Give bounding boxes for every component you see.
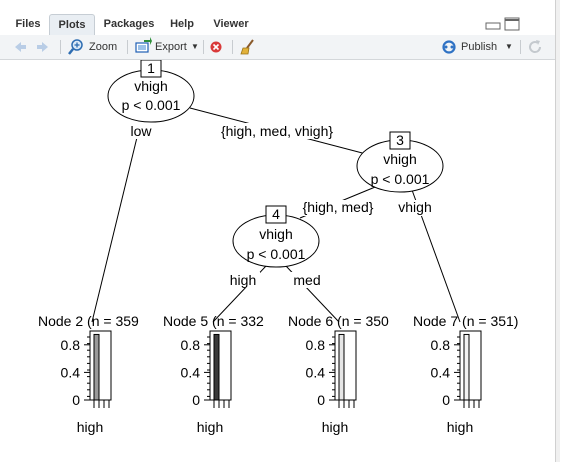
node-variable: vhigh	[134, 78, 167, 94]
x-label: high	[77, 419, 103, 435]
toolbar-separator	[232, 40, 233, 54]
y-tick-label: 0.4	[431, 364, 451, 380]
terminal-panel	[334, 330, 357, 401]
ctree-plot: low {high, med, vhigh} {high, med} vhigh…	[38, 59, 518, 435]
back-arrow-icon[interactable]	[13, 35, 27, 59]
publish-label: Publish	[461, 41, 498, 53]
tree-node-1: 1 vhigh p < 0.001	[107, 59, 195, 123]
x-label: high	[447, 419, 473, 435]
terminal-panel	[89, 330, 112, 401]
edge-label: high	[230, 272, 256, 288]
chevron-down-icon: ▼	[191, 42, 199, 51]
edge-label: {high, med}	[303, 199, 374, 215]
y-tick-label: 0	[317, 392, 325, 408]
scroll-track[interactable]	[555, 0, 560, 462]
remove-plot-button[interactable]	[209, 35, 223, 59]
plots-toolbar: Zoom Export ▼ Publish ▼	[0, 35, 555, 60]
edge-label: {high, med, vhigh}	[221, 123, 333, 139]
node-pvalue: p < 0.001	[371, 171, 430, 187]
tab-files[interactable]: Files	[8, 14, 48, 35]
y-tick-label: 0.4	[61, 364, 81, 380]
zoom-button[interactable]: Zoom	[68, 35, 120, 59]
y-tick-label: 0.8	[306, 337, 326, 353]
zoom-label: Zoom	[89, 41, 118, 53]
terminal-bar	[213, 333, 220, 401]
tab-plots[interactable]: Plots	[49, 14, 95, 35]
x-label: high	[197, 419, 223, 435]
export-icon	[135, 37, 152, 53]
publish-button[interactable]: Publish ▼	[441, 35, 515, 59]
plot-canvas: low {high, med, vhigh} {high, med} vhigh…	[0, 59, 555, 462]
edge-label: med	[293, 272, 320, 288]
terminal-title: Node 7 (n = 351)	[413, 313, 518, 329]
terminal-bar	[93, 333, 100, 401]
y-tick-label: 0	[442, 392, 450, 408]
terminal-panel	[459, 330, 482, 401]
terminal-title: Node 6 (n = 350	[288, 313, 389, 329]
refresh-icon[interactable]	[527, 35, 543, 59]
y-tick-label: 0.8	[181, 337, 201, 353]
tab-help[interactable]: Help	[162, 14, 202, 35]
x-label: high	[322, 419, 348, 435]
tree-node-3: 3 vhigh p < 0.001	[356, 131, 444, 193]
y-tick-label: 0	[72, 392, 80, 408]
maximize-icon[interactable]	[504, 17, 520, 31]
toolbar-separator	[127, 40, 128, 54]
terminal-panel	[209, 330, 232, 401]
node-id: 3	[396, 132, 404, 148]
forward-arrow-icon[interactable]	[36, 35, 50, 59]
clear-all-plots-button[interactable]	[240, 35, 256, 59]
terminal-node-4: Node 7 (n = 351) 0.8 0.4 0 high	[413, 313, 518, 435]
y-tick-label: 0	[192, 392, 200, 408]
terminal-node-2: Node 5 (n = 332 0.8 0.4 0 high	[163, 313, 264, 435]
node-id: 1	[147, 60, 155, 76]
pane-tab-bar: Files Plots Packages Help Viewer	[0, 0, 555, 36]
terminal-node-3: Node 6 (n = 350 0.8 0.4 0 high	[288, 313, 389, 435]
node-variable: vhigh	[383, 151, 416, 167]
terminal-nodes: Node 2 (n = 3590.80.40highNode 5 (n = 33…	[38, 313, 518, 435]
tab-packages[interactable]: Packages	[96, 14, 162, 35]
y-tick-label: 0.4	[181, 364, 201, 380]
node-pvalue: p < 0.001	[247, 246, 306, 262]
terminal-bar	[338, 333, 345, 401]
toolbar-separator	[60, 40, 61, 54]
toolbar-separator	[203, 40, 204, 54]
export-label: Export	[155, 41, 187, 53]
y-tick-label: 0.8	[431, 337, 451, 353]
tab-viewer[interactable]: Viewer	[204, 14, 258, 35]
toolbar-separator	[520, 40, 521, 54]
terminal-title: Node 5 (n = 332	[163, 313, 264, 329]
zoom-icon	[68, 39, 83, 55]
edge-label: vhigh	[398, 199, 431, 215]
pane-scrollbar[interactable]	[555, 0, 575, 462]
remove-icon	[210, 41, 222, 53]
edge-label: low	[130, 123, 152, 139]
broom-icon	[240, 39, 254, 55]
node-pvalue: p < 0.001	[122, 97, 181, 113]
terminal-title: Node 2 (n = 359	[38, 313, 139, 329]
window-controls	[485, 17, 521, 31]
publish-icon	[442, 40, 456, 54]
node-variable: vhigh	[259, 226, 292, 242]
y-tick-label: 0.4	[306, 364, 326, 380]
chevron-down-icon: ▼	[505, 42, 513, 51]
export-button[interactable]: Export ▼	[134, 35, 200, 59]
terminal-node-1: Node 2 (n = 359 0.8 0.4 0 high	[38, 313, 139, 435]
terminal-bar	[463, 333, 470, 401]
tree-edge	[91, 124, 141, 323]
node-id: 4	[272, 206, 280, 222]
y-tick-label: 0.8	[61, 337, 81, 353]
minimize-icon[interactable]	[485, 22, 501, 30]
